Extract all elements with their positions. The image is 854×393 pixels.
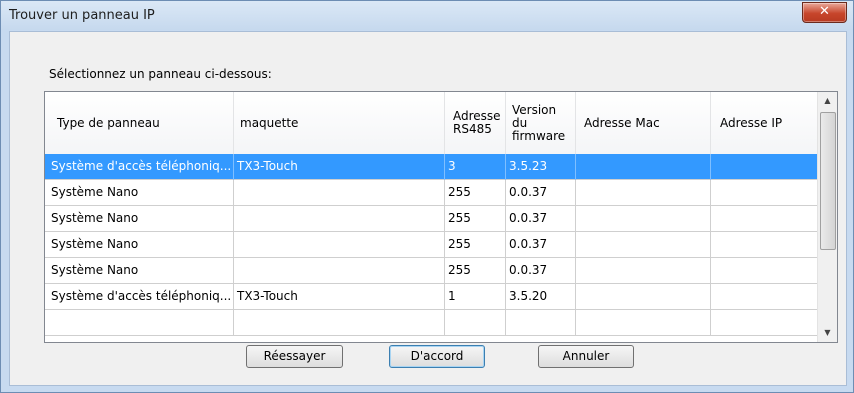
cell-model [234, 180, 445, 206]
table-row[interactable]: Système Nano 255 0.0.37 [45, 180, 817, 206]
scrollbar-thumb[interactable] [820, 112, 836, 250]
cell-firmware: 0.0.37 [506, 206, 576, 232]
cell-firmware: 0.0.37 [506, 258, 576, 284]
cell-mac [576, 284, 711, 310]
cell-model [234, 310, 445, 336]
title-bar[interactable]: Trouver un panneau IP ✕ [1, 1, 853, 30]
close-icon: ✕ [819, 4, 830, 19]
cell-mac [576, 154, 711, 180]
panel-list-rows: Type de panneau maquette Adresse RS485 V… [45, 92, 817, 342]
scroll-down-arrow-icon[interactable]: ▼ [818, 324, 837, 341]
table-row[interactable]: Système d'accès téléphoniq... TX3-Touch … [45, 154, 817, 180]
dialog-window: Trouver un panneau IP ✕ Sélectionnez un … [0, 0, 854, 393]
cell-firmware: 0.0.37 [506, 180, 576, 206]
table-row[interactable]: Système Nano 255 0.0.37 [45, 258, 817, 284]
table-row[interactable]: Système Nano 255 0.0.37 [45, 232, 817, 258]
cell-model [234, 206, 445, 232]
cell-model: TX3-Touch [234, 284, 445, 310]
vertical-scrollbar[interactable]: ▲ ▼ [817, 92, 837, 342]
cell-type: Système Nano [45, 206, 234, 232]
retry-button[interactable]: Réessayer [246, 345, 343, 368]
cell-rs485: 3 [445, 154, 506, 180]
column-header-type[interactable]: Type de panneau [45, 92, 234, 154]
cell-firmware [506, 310, 576, 336]
column-header-row: Type de panneau maquette Adresse RS485 V… [45, 92, 817, 155]
column-header-mac[interactable]: Adresse Mac [576, 92, 711, 154]
cell-rs485: 255 [445, 180, 506, 206]
column-header-rs485[interactable]: Adresse RS485 [445, 92, 506, 154]
column-header-rs485-label: Adresse RS485 [453, 109, 501, 136]
column-header-ip[interactable]: Adresse IP [711, 92, 817, 154]
cancel-button[interactable]: Annuler [538, 345, 634, 368]
cell-mac [576, 232, 711, 258]
cell-firmware: 3.5.23 [506, 154, 576, 180]
cell-mac [576, 310, 711, 336]
cell-model [234, 258, 445, 284]
cell-ip [711, 258, 817, 284]
column-header-model[interactable]: maquette [234, 92, 445, 154]
cell-type: Système d'accès téléphoniq... [45, 154, 234, 180]
instruction-label: Sélectionnez un panneau ci-dessous: [49, 67, 272, 81]
ok-button[interactable]: D'accord [389, 345, 485, 368]
cell-rs485: 255 [445, 258, 506, 284]
scroll-up-arrow-icon[interactable]: ▲ [818, 92, 837, 109]
cell-rs485: 1 [445, 284, 506, 310]
window-title: Trouver un panneau IP [9, 8, 155, 23]
cell-ip [711, 310, 817, 336]
cell-mac [576, 180, 711, 206]
panel-list[interactable]: Type de panneau maquette Adresse RS485 V… [44, 91, 838, 343]
cell-rs485 [445, 310, 506, 336]
table-row[interactable]: Système Nano 255 0.0.37 [45, 206, 817, 232]
cell-type: Système Nano [45, 232, 234, 258]
cell-model [234, 232, 445, 258]
cell-type: Système Nano [45, 180, 234, 206]
cell-ip [711, 232, 817, 258]
column-header-firmware-label: Version du firmware [512, 102, 566, 143]
cell-mac [576, 206, 711, 232]
close-button[interactable]: ✕ [802, 2, 847, 23]
column-header-firmware[interactable]: Version du firmware [506, 92, 576, 154]
cell-type [45, 310, 234, 336]
cell-firmware: 3.5.20 [506, 284, 576, 310]
cell-ip [711, 284, 817, 310]
cell-model: TX3-Touch [234, 154, 445, 180]
cell-rs485: 255 [445, 206, 506, 232]
cell-type: Système Nano [45, 258, 234, 284]
table-row[interactable]: Système d'accès téléphoniq... TX3-Touch … [45, 284, 817, 310]
cell-ip [711, 206, 817, 232]
table-row-partial[interactable] [45, 310, 817, 336]
dialog-body: Sélectionnez un panneau ci-dessous: Type… [9, 31, 847, 386]
cell-ip [711, 154, 817, 180]
cell-ip [711, 180, 817, 206]
cell-type: Système d'accès téléphoniq... [45, 284, 234, 310]
cell-rs485: 255 [445, 232, 506, 258]
cell-firmware: 0.0.37 [506, 232, 576, 258]
cell-mac [576, 258, 711, 284]
